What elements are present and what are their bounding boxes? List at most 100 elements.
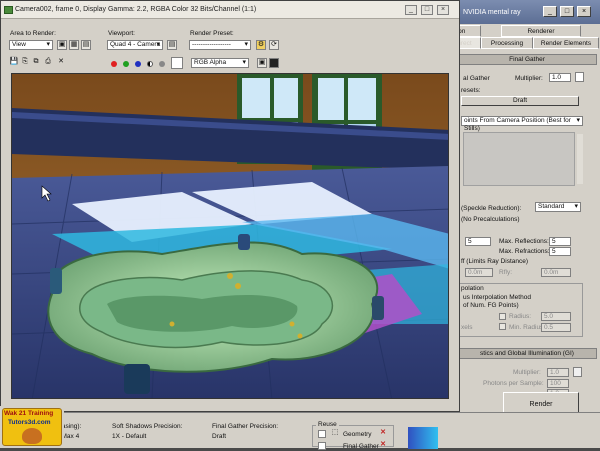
print-icon[interactable]: ⎙ bbox=[43, 58, 53, 68]
final-gather-rollout-header[interactable]: Final Gather bbox=[457, 54, 597, 65]
watermark-logo: Wak 21 Training Tutors3d.com bbox=[0, 406, 64, 448]
color-swatch[interactable] bbox=[575, 72, 584, 82]
color-swatch-2[interactable] bbox=[573, 367, 582, 377]
logo-line-2: Tutors3d.com bbox=[8, 419, 51, 426]
multiplier2-label: Multiplier: bbox=[513, 369, 541, 376]
tab-processing[interactable]: Processing bbox=[481, 37, 533, 49]
tab-render-elements[interactable]: Render Elements bbox=[533, 37, 599, 49]
render-setup-title: NVIDIA mental ray bbox=[463, 9, 521, 16]
max-reflections-input[interactable]: 5 bbox=[549, 237, 571, 246]
interpolation-points: of Num. FG Points) bbox=[463, 302, 519, 309]
render-setup-panel: NVIDIA mental ray _ □ × ion Renderer Ind… bbox=[440, 0, 600, 448]
progress-strip bbox=[408, 427, 438, 449]
multiplier2-input[interactable]: 1.0 bbox=[547, 368, 569, 377]
geometry-icon: ⬚ bbox=[331, 429, 339, 436]
rendered-scene bbox=[12, 74, 448, 398]
toggle-ui-overlay-icon[interactable]: ▣ bbox=[257, 58, 267, 68]
photons-input[interactable]: 100 bbox=[547, 379, 569, 388]
bottom-settings-bar: (Antialiasing): Min 4, Max 4 Soft Shadow… bbox=[0, 412, 600, 451]
display-channel-dropdown[interactable]: RGB Alpha bbox=[191, 58, 249, 68]
final-gather-precision-value[interactable]: Draft bbox=[212, 433, 226, 440]
clear-icon[interactable]: ✕ bbox=[56, 58, 66, 68]
presets-label: resets: bbox=[461, 87, 481, 94]
viewport-dropdown[interactable]: Quad 4 - Camera bbox=[107, 40, 163, 50]
maximize-icon[interactable]: □ bbox=[421, 5, 433, 15]
interpolation-method: us Interpolation Method bbox=[463, 294, 531, 301]
red-channel-icon[interactable] bbox=[111, 61, 117, 67]
edit-region-icon[interactable]: ▣ bbox=[57, 40, 67, 50]
project-points-dropdown[interactable]: oints From Camera Position (Best for Sti… bbox=[461, 116, 583, 132]
green-channel-icon[interactable] bbox=[123, 61, 129, 67]
min-radius-label: Min. Radius: bbox=[509, 324, 546, 331]
close-button[interactable]: × bbox=[577, 6, 591, 17]
render-setup-icon[interactable]: ⚙ bbox=[256, 40, 266, 50]
final-gather-checkbox[interactable] bbox=[318, 442, 326, 450]
alpha-channel-icon[interactable] bbox=[147, 61, 153, 67]
final-gather-label: al Gather bbox=[463, 75, 490, 82]
area-to-render-dropdown[interactable]: View bbox=[9, 40, 53, 50]
preset-slider[interactable]: Draft bbox=[461, 96, 579, 106]
monochrome-icon[interactable] bbox=[159, 61, 165, 67]
tabs-row-1: ion Renderer bbox=[441, 25, 600, 37]
rendered-frame-window: Camera002, frame 0, Display Gamma: 2.2, … bbox=[0, 0, 460, 412]
blue-channel-icon[interactable] bbox=[135, 61, 141, 67]
caustics-gi-rollout-header[interactable]: stics and Global Illumination (GI) bbox=[457, 348, 597, 359]
lock-region-icon[interactable]: ▤ bbox=[81, 40, 91, 50]
max-reflections-label: Max. Reflections: bbox=[499, 238, 549, 245]
min-radius-checkbox[interactable] bbox=[499, 323, 506, 330]
multiplier-input[interactable]: 1.0 bbox=[549, 73, 571, 82]
fg-settings-blurred bbox=[463, 132, 575, 186]
final-gather-precision-label: Final Gather Precision: bbox=[212, 423, 279, 430]
limits-label: ff (Limits Ray Distance) bbox=[461, 258, 529, 265]
geometry-label: Geometry bbox=[343, 431, 372, 438]
limit-right-label: Rfly: bbox=[499, 269, 512, 276]
clone-window-icon[interactable]: ⧉ bbox=[31, 58, 41, 68]
swatch-icon[interactable] bbox=[171, 57, 183, 69]
radius-label: Radius: bbox=[509, 313, 532, 320]
close-icon[interactable]: × bbox=[437, 5, 449, 15]
speckle-dropdown[interactable]: Standard bbox=[535, 202, 581, 212]
minimize-icon[interactable]: _ bbox=[405, 5, 417, 15]
environment-icon[interactable]: ⟳ bbox=[269, 40, 279, 50]
fg-spinners[interactable] bbox=[577, 134, 583, 184]
multiplier-label: Multiplier: bbox=[515, 75, 543, 82]
reuse-label: Reuse bbox=[316, 421, 339, 428]
limit-right-input[interactable]: 0.0m bbox=[541, 268, 571, 277]
frame-window-title: Camera002, frame 0, Display Gamma: 2.2, … bbox=[15, 6, 257, 13]
reuse-final-gather-label: Final Gather bbox=[343, 443, 379, 450]
frame-window-titlebar: Camera002, frame 0, Display Gamma: 2.2, … bbox=[1, 1, 459, 19]
lock-viewport-icon[interactable]: ▤ bbox=[167, 40, 177, 50]
minimize-button[interactable]: _ bbox=[543, 6, 557, 17]
maximize-button[interactable]: □ bbox=[560, 6, 574, 17]
logo-line-1: Wak 21 Training bbox=[4, 410, 54, 417]
radius-checkbox[interactable] bbox=[499, 313, 506, 320]
tabs-row-2: Indirect Illumination Processing Render … bbox=[441, 37, 600, 58]
photons-label: Photons per Sample: bbox=[483, 380, 544, 387]
limit-left-input[interactable]: 0.0m bbox=[465, 268, 493, 277]
clear-final-gather-icon[interactable]: ✕ bbox=[378, 441, 388, 451]
render-setup-titlebar: NVIDIA mental ray _ □ × bbox=[441, 0, 600, 24]
area-to-render-label: Area to Render: bbox=[10, 30, 56, 37]
pixels-label: xels bbox=[461, 324, 473, 331]
save-image-icon[interactable]: 💾 bbox=[9, 58, 19, 68]
auto-region-icon[interactable]: ▦ bbox=[69, 40, 79, 50]
render-preset-dropdown[interactable]: ------------------ bbox=[189, 40, 251, 50]
precalc-label: (No Precalculations) bbox=[461, 216, 520, 223]
copy-image-icon[interactable]: ⎘ bbox=[20, 58, 30, 68]
viewport-label: Viewport: bbox=[108, 30, 135, 37]
geometry-checkbox[interactable] bbox=[318, 430, 326, 438]
tab-renderer[interactable]: Renderer bbox=[501, 25, 581, 37]
max-refractions-input[interactable]: 5 bbox=[549, 247, 571, 256]
max-refractions-label: Max. Refractions: bbox=[499, 248, 550, 255]
speckle-label: (Speckle Reduction): bbox=[461, 205, 522, 212]
toggle-ui-icon[interactable] bbox=[269, 58, 279, 68]
min-radius-input[interactable]: 0.5 bbox=[541, 323, 571, 332]
trace-depth-input[interactable]: 5 bbox=[465, 237, 491, 246]
render-preset-label: Render Preset: bbox=[190, 30, 234, 37]
radius-input[interactable]: 5.0 bbox=[541, 312, 571, 321]
soft-shadows-value[interactable]: 1X - Default bbox=[112, 433, 146, 440]
interpolation-label: polation bbox=[461, 285, 484, 292]
rendered-image[interactable] bbox=[11, 73, 449, 399]
clear-geometry-icon[interactable]: ✕ bbox=[378, 429, 388, 439]
app-icon bbox=[4, 6, 13, 14]
